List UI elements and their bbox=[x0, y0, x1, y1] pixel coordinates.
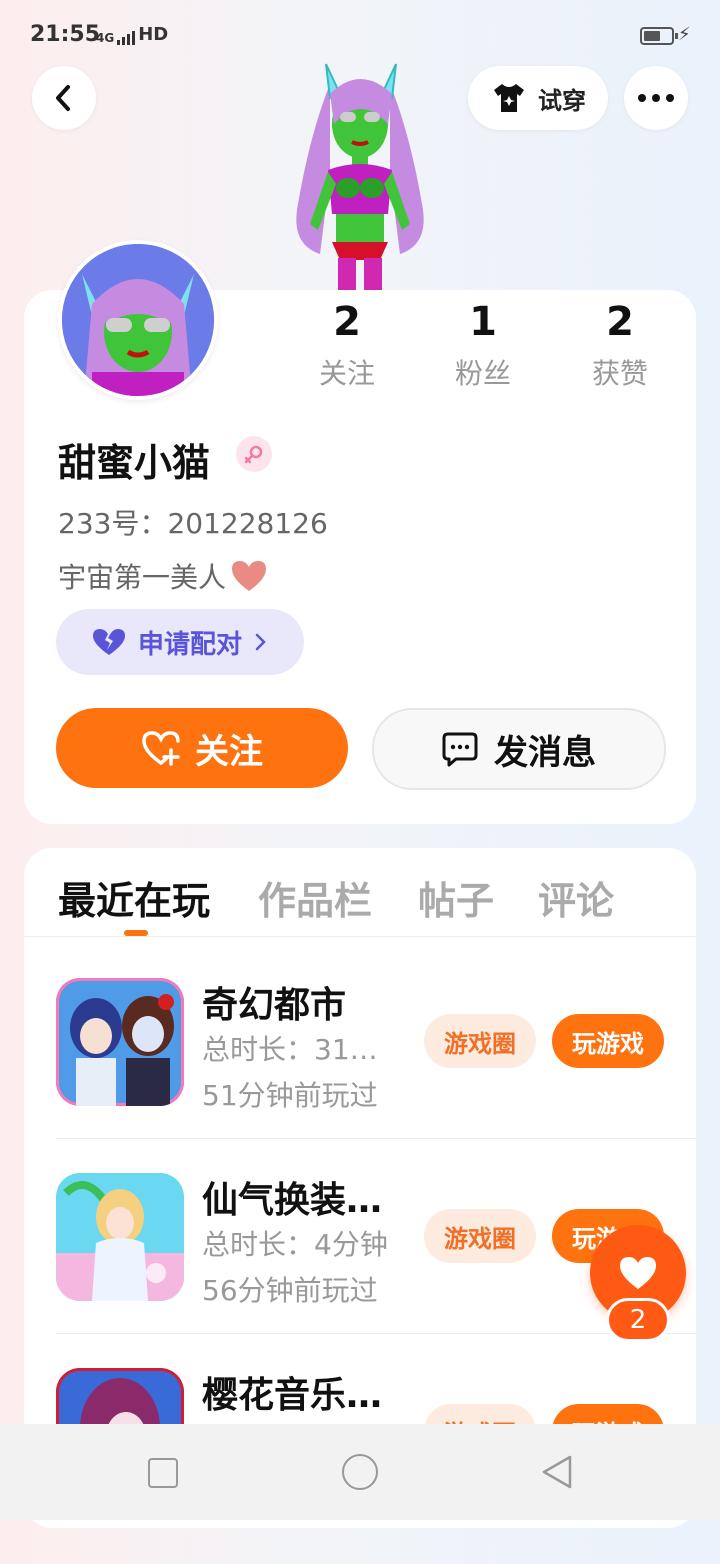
game-icon bbox=[56, 1173, 184, 1301]
follow-button[interactable]: 关注 bbox=[56, 708, 348, 788]
send-message-button[interactable]: 发消息 bbox=[372, 708, 666, 790]
stat-likes[interactable]: 2 获赞 bbox=[560, 298, 680, 392]
female-gender-icon bbox=[236, 436, 272, 472]
tab-works[interactable]: 作品栏 bbox=[258, 870, 372, 925]
username: 甜蜜小猫 bbox=[58, 441, 211, 485]
try-on-button[interactable]: 试穿 bbox=[468, 66, 608, 130]
signal-icon bbox=[117, 29, 136, 45]
stat-fans-label: 粉丝 bbox=[454, 357, 511, 390]
more-dots-icon bbox=[638, 94, 674, 102]
status-time: 21:55 bbox=[30, 22, 101, 47]
broken-heart-icon bbox=[92, 629, 125, 655]
game-duration: 总时长：31… bbox=[202, 1033, 378, 1066]
stat-fans[interactable]: 1 粉丝 bbox=[423, 298, 543, 392]
triangle-back-icon bbox=[542, 1455, 572, 1489]
more-options-button[interactable] bbox=[624, 66, 688, 130]
charging-icon: ⚡ bbox=[678, 24, 691, 45]
send-message-label: 发消息 bbox=[494, 732, 596, 773]
network-label: 4G bbox=[96, 31, 115, 45]
request-pair-label: 申请配对 bbox=[137, 629, 242, 660]
user-id: 233号：201228126 bbox=[58, 507, 328, 540]
tabs-divider bbox=[24, 936, 696, 937]
chevron-left-icon bbox=[56, 85, 70, 111]
follow-label: 关注 bbox=[195, 731, 263, 772]
tshirt-icon bbox=[494, 84, 524, 112]
try-on-label: 试穿 bbox=[538, 86, 586, 115]
row-divider bbox=[56, 1333, 696, 1334]
play-game-button[interactable]: 玩游戏 bbox=[552, 1014, 664, 1068]
tab-comments[interactable]: 评论 bbox=[538, 870, 614, 925]
stat-following[interactable]: 2 关注 bbox=[287, 298, 407, 392]
game-circle-button[interactable]: 游戏圈 bbox=[424, 1014, 536, 1068]
stat-following-value: 2 bbox=[333, 299, 361, 345]
game-icon bbox=[56, 978, 184, 1106]
hd-label: HD bbox=[138, 24, 169, 45]
row-divider bbox=[56, 1138, 696, 1139]
request-pair-button[interactable]: 申请配对 bbox=[56, 609, 304, 675]
bio: 宇宙第一美人 bbox=[58, 556, 268, 596]
heart-emoji-icon bbox=[232, 561, 267, 591]
game-row[interactable]: 奇幻都市 总时长：31… 51分钟前玩过 游戏圈 玩游戏 bbox=[56, 978, 696, 1174]
back-nav-button[interactable] bbox=[540, 1454, 574, 1494]
stat-likes-value: 2 bbox=[606, 299, 634, 345]
tab-posts[interactable]: 帖子 bbox=[418, 870, 494, 925]
heart-icon bbox=[620, 1257, 656, 1289]
stat-likes-label: 获赞 bbox=[591, 357, 648, 390]
game-duration: 总时长：4分钟 bbox=[202, 1228, 388, 1261]
game-circle-button[interactable]: 游戏圈 bbox=[424, 1209, 536, 1263]
network-indicator: 4G HD bbox=[96, 24, 168, 45]
avatar-3d-character[interactable] bbox=[270, 54, 450, 290]
game-name: 樱花音乐… bbox=[202, 1375, 383, 1416]
game-last-played: 51分钟前玩过 bbox=[202, 1079, 378, 1112]
chat-bubble-icon bbox=[442, 732, 478, 767]
tab-recently-played[interactable]: 最近在玩 bbox=[58, 870, 210, 925]
chevron-right-icon bbox=[255, 633, 266, 651]
heart-plus-icon bbox=[142, 731, 180, 766]
game-name: 仙气换装… bbox=[202, 1180, 383, 1221]
bio-text: 宇宙第一美人 bbox=[58, 561, 227, 594]
back-button[interactable] bbox=[32, 66, 96, 130]
stat-fans-value: 1 bbox=[469, 299, 497, 345]
game-name: 奇幻都市 bbox=[202, 985, 347, 1026]
like-count-badge: 2 bbox=[606, 1298, 670, 1342]
game-last-played: 56分钟前玩过 bbox=[202, 1274, 378, 1307]
battery-icon bbox=[640, 27, 678, 45]
stat-following-label: 关注 bbox=[318, 357, 375, 390]
avatar[interactable] bbox=[58, 240, 218, 400]
home-button[interactable] bbox=[342, 1454, 378, 1490]
recent-apps-button[interactable] bbox=[148, 1458, 178, 1488]
system-navigation-bar bbox=[0, 1424, 720, 1520]
